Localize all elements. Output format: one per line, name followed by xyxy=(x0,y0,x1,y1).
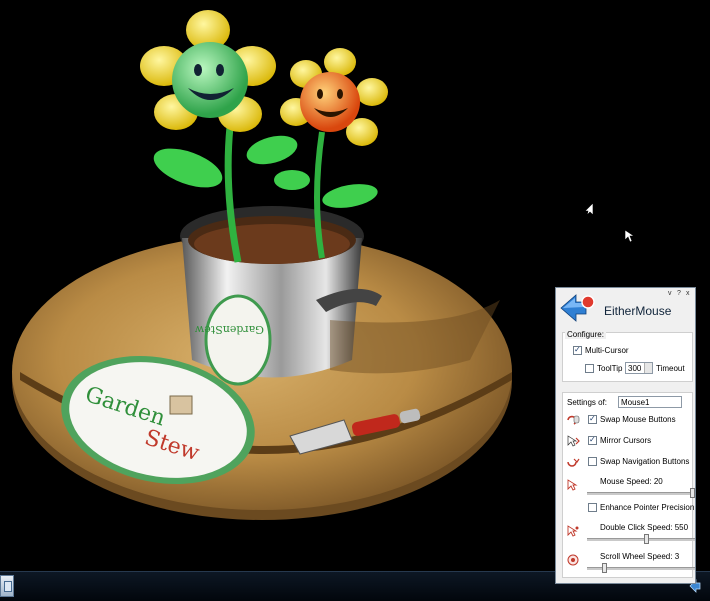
smiling-green-flower xyxy=(140,10,276,132)
scroll-wheel-speed-slider-thumb[interactable] xyxy=(602,563,607,573)
multi-cursor-label: Multi-Cursor xyxy=(585,346,629,355)
taskbar-app-icon[interactable] xyxy=(0,575,14,597)
double-click-speed-slider[interactable] xyxy=(587,534,695,544)
scroll-wheel-icon xyxy=(567,554,579,566)
eithermouse-logo-icon xyxy=(560,294,595,322)
double-click-icon xyxy=(567,525,579,537)
mirror-cursors-checkbox[interactable] xyxy=(588,435,597,445)
timeout-label: Timeout xyxy=(656,364,685,373)
double-click-speed-label: Double Click Speed: 550 xyxy=(600,523,689,532)
mouse-speed-slider-thumb[interactable] xyxy=(690,488,695,498)
settings-group: Settings of: Mouse1 Swap Mouse Buttons M… xyxy=(562,392,695,578)
timeout-spinner[interactable]: 300 xyxy=(625,362,653,374)
help-button[interactable]: ? xyxy=(677,290,681,297)
mirror-cursor-icon xyxy=(567,435,580,447)
timeout-value: 300 xyxy=(628,364,642,373)
swap-buttons-icon xyxy=(567,415,580,425)
device-name-value: Mouse1 xyxy=(621,398,650,407)
multi-cursor-checkbox[interactable] xyxy=(573,345,582,355)
mouse-cursor-icon xyxy=(624,229,634,243)
swap-mouse-buttons-checkbox[interactable] xyxy=(588,414,597,424)
pot-brand-label: GardenStew xyxy=(194,323,264,336)
app-title: EitherMouse xyxy=(604,304,672,318)
scroll-wheel-speed-label: Scroll Wheel Speed: 3 xyxy=(600,552,680,561)
tooltip-label: ToolTip xyxy=(597,364,623,373)
mirror-cursors-label: Mirror Cursors xyxy=(600,436,652,445)
configure-label: Configure: xyxy=(565,330,606,339)
mouse-speed-label: Mouse Speed: 20 xyxy=(600,477,663,486)
enhance-pointer-precision-checkbox[interactable] xyxy=(588,503,597,512)
close-button[interactable]: x xyxy=(686,290,690,297)
device-name-field[interactable]: Mouse1 xyxy=(618,396,682,408)
mouse-speed-slider[interactable] xyxy=(587,488,695,498)
swap-navigation-buttons-checkbox[interactable] xyxy=(588,457,597,466)
mouse-cursor-icon xyxy=(584,202,594,216)
eithermouse-window: v ? x EitherMouse Configure: Multi-Curso… xyxy=(555,287,696,584)
navigation-buttons-icon xyxy=(567,458,580,467)
mouse-speed-icon xyxy=(567,479,578,491)
scroll-wheel-speed-slider[interactable] xyxy=(587,563,695,573)
enhance-pointer-precision-label: Enhance Pointer Precision xyxy=(600,503,695,512)
swap-mouse-buttons-label: Swap Mouse Buttons xyxy=(600,415,676,424)
double-click-speed-slider-thumb[interactable] xyxy=(644,534,649,544)
timeout-down-arrow-icon[interactable] xyxy=(644,368,652,373)
settings-of-label: Settings of: xyxy=(567,398,608,407)
smiling-orange-flower xyxy=(280,48,388,146)
window-menu-button[interactable]: v xyxy=(668,290,672,297)
swap-navigation-buttons-label: Swap Navigation Buttons xyxy=(600,457,690,466)
configure-group: Configure: Multi-Cursor ToolTip 300 Time… xyxy=(562,330,693,382)
tooltip-checkbox[interactable] xyxy=(585,364,594,373)
